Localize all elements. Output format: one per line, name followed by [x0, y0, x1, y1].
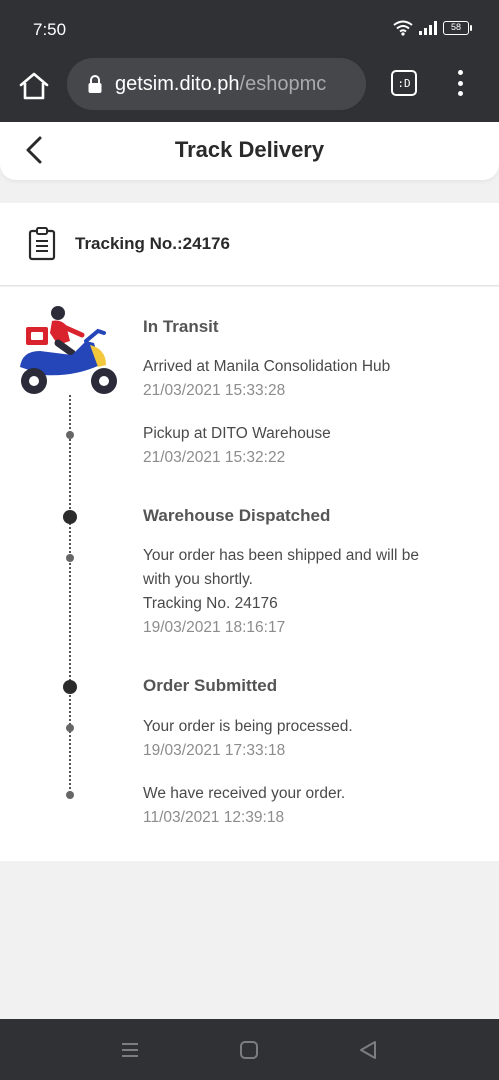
url-domain: getsim.dito.ph [115, 72, 240, 95]
event-text: Arrived at Manila Consolidation Hub [143, 358, 391, 375]
timeline-dot [66, 724, 74, 732]
event-date: 19/03/2021 17:33:18 [143, 742, 286, 759]
status-bar: 7:50 58 [0, 0, 499, 58]
delivery-timeline: In Transit Arrived at Manila Consolidati… [0, 287, 499, 861]
signal-icon [419, 21, 437, 35]
more-menu-icon[interactable] [450, 68, 470, 98]
page-title: Track Delivery [174, 137, 325, 162]
status-title-in-transit: In Transit [143, 317, 219, 336]
event-text-line1: Your order has been shipped and will be [143, 547, 420, 564]
status-title-dispatched: Warehouse Dispatched [143, 506, 331, 525]
status-icons: 58 [393, 20, 472, 36]
url-bar[interactable]: getsim.dito.ph/eshopmc [67, 58, 366, 110]
event-text: Your order is being processed. [143, 718, 353, 735]
event-date: 11/03/2021 12:39:18 [143, 809, 285, 826]
system-nav-bar [0, 1019, 499, 1080]
back-nav-icon[interactable] [357, 1039, 379, 1061]
home-nav-icon[interactable] [238, 1039, 260, 1061]
event-date: 19/03/2021 18:16:17 [143, 619, 286, 636]
lock-icon [88, 75, 102, 93]
event-text: Pickup at DITO Warehouse [143, 425, 331, 442]
delivery-scooter-icon [20, 306, 117, 394]
status-title-submitted: Order Submitted [143, 676, 278, 695]
battery-icon: 58 [443, 21, 472, 35]
url-text[interactable]: getsim.dito.ph/eshopmc [115, 73, 326, 96]
timeline-line [69, 395, 71, 797]
home-icon[interactable] [16, 68, 52, 104]
event-date: 21/03/2021 15:32:22 [143, 449, 286, 466]
tracking-number: Tracking No.:24176 [75, 234, 230, 253]
timeline-dot [66, 431, 74, 439]
page-header: Track Delivery [0, 122, 499, 180]
tracking-card: Tracking No.:24176 [0, 203, 499, 286]
url-path: /eshopmc [239, 72, 327, 95]
event-text-line2: with you shortly. [143, 571, 253, 588]
tab-switcher-button[interactable]: :D [391, 70, 417, 96]
event-text: We have received your order. [143, 785, 346, 802]
timeline-dot [66, 791, 74, 799]
timeline-dot [66, 554, 74, 562]
clipboard-icon [28, 227, 56, 261]
browser-toolbar: getsim.dito.ph/eshopmc :D [0, 58, 499, 122]
event-date: 21/03/2021 15:33:28 [143, 382, 286, 399]
wifi-icon [393, 20, 413, 36]
timeline-milestone-dot [63, 680, 77, 694]
timeline-milestone-dot [63, 510, 77, 524]
recents-icon[interactable] [119, 1039, 141, 1061]
status-time: 7:50 [33, 20, 67, 39]
event-text-line3: Tracking No. 24176 [143, 595, 278, 612]
